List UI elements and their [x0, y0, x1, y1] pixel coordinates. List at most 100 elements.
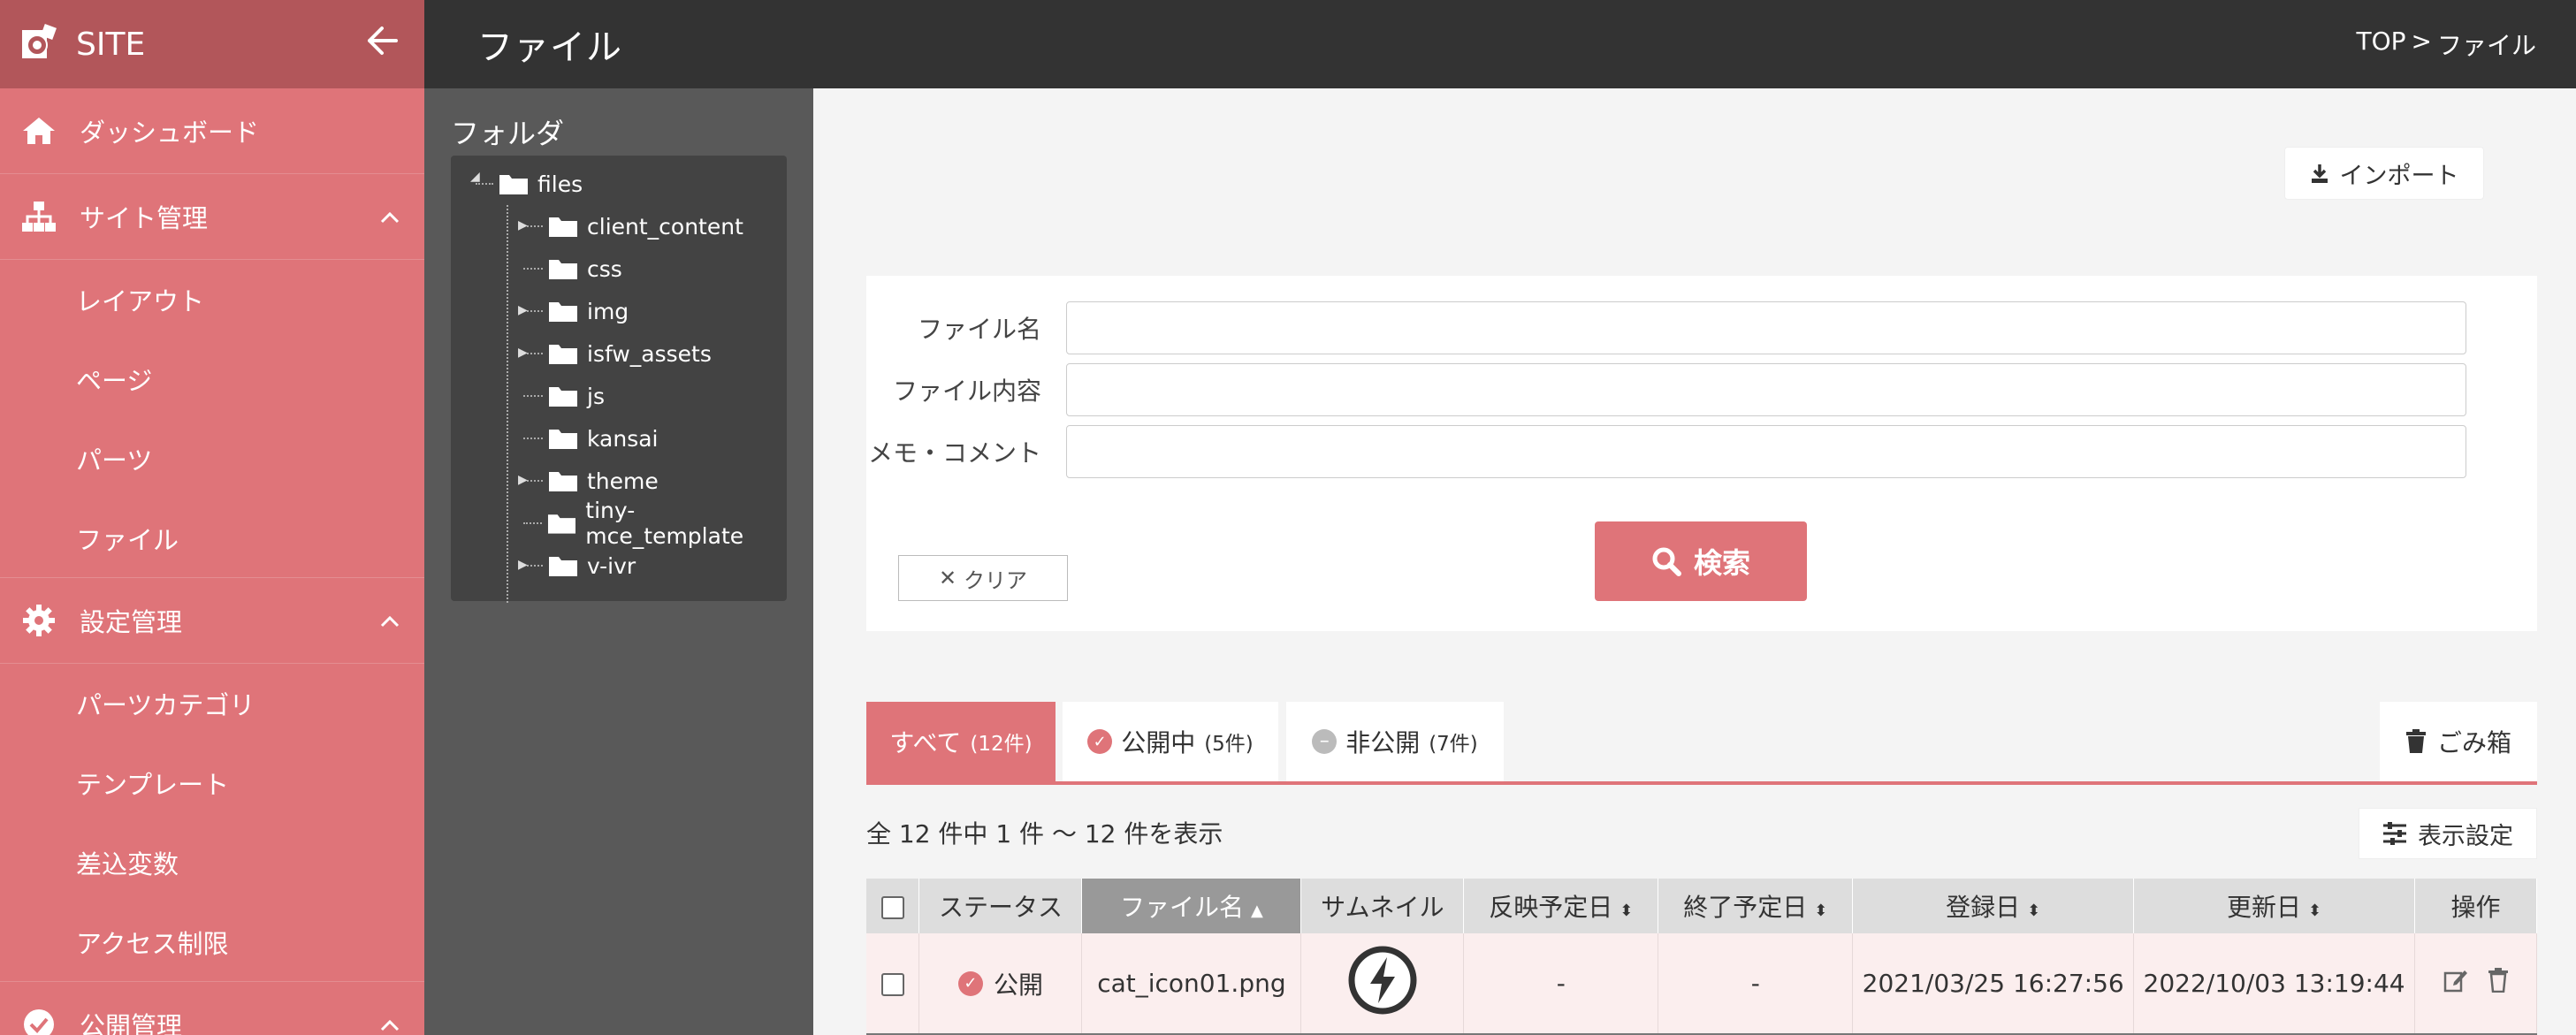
clear-button[interactable]: ✕ クリア: [898, 555, 1068, 601]
folder-tree-root[interactable]: ◢ files: [469, 163, 787, 205]
trash-icon[interactable]: [2488, 967, 2509, 993]
folder-tree-item[interactable]: tiny-mce_template: [469, 498, 787, 549]
sidebar-item-file[interactable]: ファイル: [0, 498, 424, 578]
edit-icon[interactable]: [2443, 968, 2468, 993]
sidebar-item-parts[interactable]: パーツ: [0, 419, 424, 498]
search-row-content: ファイル内容: [866, 362, 2466, 417]
column-header-thumbnail: サムネイル: [1300, 879, 1465, 933]
column-label: ファイル名: [1119, 893, 1244, 922]
folder-tree-item[interactable]: kansai: [469, 417, 787, 460]
column-header-updated[interactable]: 更新日 ⬍: [2133, 879, 2415, 933]
table-header-row: ステータス ファイル名 ▲ サムネイル 反映予定日 ⬍ 終了予定日 ⬍ 登録日 ⬍ 更新…: [866, 879, 2537, 933]
sidebar-item-template[interactable]: テンプレート: [0, 743, 424, 823]
tree-expand-icon[interactable]: ▶: [518, 346, 528, 360]
column-header-filename[interactable]: ファイル名 ▲: [1081, 879, 1302, 933]
check-circle-icon: [19, 1005, 58, 1035]
registered-date-cell: 2021/03/25 16:27:56: [1852, 933, 2135, 1035]
page-title: ファイル: [477, 27, 622, 68]
column-label: 反映予定日: [1489, 893, 1613, 922]
home-icon: [19, 111, 58, 150]
folder-panel: フォルダ ◢ files ▶ client_content css ▶ img ▶ isfw…: [424, 88, 813, 1035]
sidebar-section-publish[interactable]: 公開管理: [0, 982, 424, 1035]
tree-expand-icon[interactable]: ▶: [518, 303, 528, 317]
memo-comment-input[interactable]: [1066, 425, 2466, 478]
breadcrumb: TOP > ファイル: [2356, 27, 2536, 62]
breadcrumb-top-link[interactable]: TOP: [2356, 27, 2405, 62]
arrow-left-icon[interactable]: [364, 25, 400, 64]
folder-tree-item[interactable]: ▶ client_content: [469, 205, 787, 247]
column-header-publish-date[interactable]: 反映予定日 ⬍: [1463, 879, 1659, 933]
tree-expand-icon[interactable]: ▶: [518, 558, 528, 572]
folder-name: css: [587, 255, 622, 282]
trash-button[interactable]: ごみ箱: [2380, 702, 2537, 781]
updated-date-cell: 2022/10/03 13:19:44: [2133, 933, 2415, 1035]
column-label: 更新日: [2227, 893, 2302, 922]
filename-input[interactable]: [1066, 301, 2466, 354]
sidebar-item-dashboard[interactable]: ダッシュボード: [0, 88, 424, 174]
sidebar-item-label: ダッシュボード: [80, 118, 260, 148]
sidebar-section-settings[interactable]: 設定管理: [0, 578, 424, 664]
tab-count: (12件): [970, 733, 1033, 756]
folder-tree-item[interactable]: js: [469, 375, 787, 417]
chevron-up-icon: [380, 1012, 400, 1035]
folder-tree-item[interactable]: css: [469, 247, 787, 290]
main-content: インポート ファイル名 ファイル内容 メモ・コメント ✕ クリア 検索 すべて …: [813, 88, 2576, 1035]
folder-icon: [549, 557, 577, 576]
sidebar-header: SITE: [0, 0, 424, 88]
tab-published[interactable]: ✓ 公開中 (5件): [1063, 702, 1278, 781]
tab-count: (5件): [1204, 733, 1254, 756]
sidebar-item-parts-category[interactable]: パーツカテゴリ: [0, 664, 424, 743]
row-checkbox[interactable]: [880, 972, 904, 996]
display-settings-button[interactable]: 表示設定: [2359, 808, 2537, 859]
folder-tree-item[interactable]: ▶ v-ivr: [469, 544, 787, 587]
tree-expand-icon[interactable]: ▶: [518, 218, 528, 232]
breadcrumb-separator: >: [2411, 27, 2432, 56]
table-row[interactable]: ✓ 公開 cat_icon01.png - - 2021/03/25 16:27:…: [866, 933, 2537, 1035]
sidebar-item-label: 公開管理: [80, 1011, 183, 1035]
sidebar-item-variables[interactable]: 差込変数: [0, 823, 424, 902]
tab-label: 公開中: [1121, 728, 1196, 757]
lightning-bolt-icon: [1348, 946, 1417, 1015]
column-header-end-date[interactable]: 終了予定日 ⬍: [1658, 879, 1854, 933]
folder-tree-item[interactable]: ▶ isfw_assets: [469, 332, 787, 375]
folder-icon: [549, 217, 577, 237]
sidebar-section-site-management[interactable]: サイト管理: [0, 174, 424, 260]
sidebar-item-page[interactable]: ページ: [0, 339, 424, 419]
filename-cell[interactable]: cat_icon01.png: [1081, 933, 1302, 1035]
tab-count: (7件): [1429, 733, 1478, 756]
folder-name: v-ivr: [587, 552, 636, 579]
folder-tree-item[interactable]: ▶ img: [469, 290, 787, 332]
trash-icon: [2405, 729, 2426, 753]
sidebar-item-label: 設定管理: [80, 607, 183, 637]
file-content-input[interactable]: [1066, 363, 2466, 416]
tree-collapse-icon[interactable]: ◢: [470, 170, 480, 184]
select-all-checkbox-cell: [866, 879, 920, 933]
search-button[interactable]: 検索: [1595, 521, 1807, 601]
import-button[interactable]: インポート: [2284, 147, 2484, 200]
tree-expand-icon[interactable]: ▶: [518, 473, 528, 487]
sidebar-item-access-control[interactable]: アクセス制限: [0, 902, 424, 982]
sidebar-item-layout[interactable]: レイアウト: [0, 260, 424, 339]
sidebar: SITE ダッシュボード サイト管理 レイアウト ページ パーツ ファイル 設定…: [0, 0, 424, 1035]
sort-icon: ⬍: [2027, 902, 2041, 920]
folder-panel-title: フォルダ: [451, 117, 565, 150]
sort-icon: ⬍: [2308, 902, 2322, 920]
folder-name: client_content: [587, 213, 743, 240]
tab-all[interactable]: すべて (12件): [866, 702, 1056, 781]
gear-icon: [19, 601, 58, 640]
tab-unpublished[interactable]: – 非公開 (7件): [1286, 702, 1504, 781]
folder-name: theme: [587, 468, 659, 494]
column-header-registered[interactable]: 登録日 ⬍: [1852, 879, 2135, 933]
site-logo-icon: [18, 22, 62, 66]
folder-name: tiny-mce_template: [585, 498, 744, 549]
field-label: メモ・コメント: [867, 438, 1041, 468]
folder-name: kansai: [587, 425, 659, 452]
folder-name: isfw_assets: [587, 340, 712, 367]
folder-tree-item[interactable]: ▶ theme: [469, 460, 787, 502]
import-label: インポート: [2339, 162, 2459, 190]
sort-icon: ⬍: [1620, 902, 1634, 920]
row-checkbox-cell: [866, 933, 920, 1035]
select-all-checkbox[interactable]: [880, 895, 904, 919]
sidebar-item-label: サイト管理: [80, 203, 209, 233]
folder-name: js: [587, 383, 605, 409]
